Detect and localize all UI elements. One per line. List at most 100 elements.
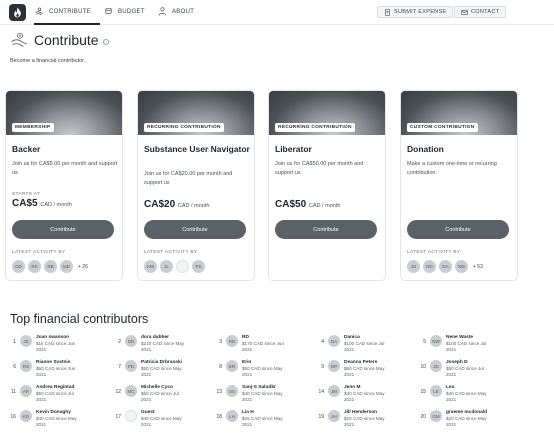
coins-icon bbox=[105, 7, 112, 15]
contributor-name: Lea bbox=[446, 385, 455, 390]
page-title: Contribute bbox=[34, 32, 99, 48]
tier-amount: CA$20 CAD / month bbox=[144, 199, 209, 210]
flame-icon bbox=[14, 7, 21, 18]
tier-amount-unit: CAD / month bbox=[308, 203, 341, 209]
contributor-item[interactable]: 15 LE Lea $40 CAD since May 2021 bbox=[418, 385, 518, 410]
contributor-amount: $50 CAD since Jul 2021 bbox=[446, 366, 484, 377]
contributor-item[interactable]: 2 DD dora dubber $210 CAD since May 2021 bbox=[113, 335, 213, 360]
tier-amount: CA$50 CAD / month bbox=[275, 199, 340, 210]
contributor-item[interactable]: 20 GM graeme mcdonald $20 CAD since May … bbox=[418, 410, 518, 435]
contributor-name: Michelle Cyco bbox=[141, 385, 173, 390]
contributor-name: Lia H bbox=[242, 410, 254, 415]
avatar[interactable]: DD bbox=[12, 260, 25, 273]
contribute-button[interactable]: Contribute bbox=[144, 220, 246, 239]
contributor-rank: 15 bbox=[420, 389, 426, 395]
tier-tag: RECURRING CONTRIBUTION bbox=[144, 123, 224, 132]
avatar[interactable]: RB bbox=[44, 260, 57, 273]
contributor-amount: $40 CAD since May 2021 bbox=[242, 391, 283, 402]
contribute-button[interactable]: Contribute bbox=[12, 220, 114, 239]
contributor-item[interactable]: 10 JD Joseph D $50 CAD since Jul 2021 bbox=[418, 360, 518, 385]
contributor-amount: $25 CAD since May 2021 bbox=[242, 416, 283, 427]
contributor-item[interactable]: 19 JH Jill Henderson $20 CAD since May 2… bbox=[316, 410, 416, 435]
activity-avatars: DD RS RB MD + 26 bbox=[12, 260, 88, 273]
contributor-item[interactable]: 9 DP Deanna Peters $50 CAD since May 202… bbox=[316, 360, 416, 385]
avatar[interactable]: RD bbox=[423, 260, 436, 273]
contributor-rank: 9 bbox=[321, 364, 324, 370]
contributor-amount: $50 CAD since May 2021 bbox=[141, 366, 182, 377]
avatar[interactable]: JS bbox=[407, 260, 420, 273]
contributor-item[interactable]: 6 RS Rianne Svstnis $60 CAD since Jun 20… bbox=[8, 360, 108, 385]
nav-about[interactable]: ABOUT bbox=[157, 6, 194, 17]
collective-logo[interactable] bbox=[9, 4, 26, 21]
tier-description: Make a custom one-time or recurring cont… bbox=[407, 161, 497, 176]
contributor-rank: 10 bbox=[420, 364, 426, 370]
contributor-item[interactable]: 17 Guest $40 CAD since May 2021 bbox=[113, 410, 213, 435]
latest-activity-label: LATEST ACTIVITY BY bbox=[12, 250, 66, 255]
contributor-rank: 19 bbox=[318, 414, 324, 420]
contributor-avatar: RD bbox=[226, 335, 238, 347]
contributor-name: Danica bbox=[344, 335, 360, 340]
contributor-avatar: LE bbox=[430, 385, 442, 397]
contributor-item[interactable]: 3 RD RD $170 CAD since Jun 2021 bbox=[214, 335, 314, 360]
contributor-amount: $50 CAD since Jul 2021 bbox=[141, 391, 179, 402]
top-contributors-title: Top financial contributors bbox=[10, 312, 149, 326]
tier-name: Liberator bbox=[275, 144, 312, 154]
avatar[interactable]: KM bbox=[144, 260, 157, 273]
contributor-item[interactable]: 14 JM Jenn M $40 CAD since May 2021 bbox=[316, 385, 416, 410]
contributor-item[interactable]: 11 AR Andrea Regintad $50 CAD since Jul … bbox=[8, 385, 108, 410]
contributor-avatar: SS bbox=[226, 385, 238, 397]
contributor-item[interactable]: 16 KD Kevin Donaghy $40 CAD since May 20… bbox=[8, 410, 108, 435]
contributor-name: RD bbox=[242, 335, 249, 340]
contributor-avatar: DD bbox=[125, 335, 137, 347]
receipt-icon bbox=[385, 8, 390, 16]
contributor-name: Jenn M bbox=[344, 385, 361, 390]
contributor-item[interactable]: 1 JS Joan swanson $1k CAD since Jun 2021 bbox=[8, 335, 108, 360]
contributor-rank: 13 bbox=[216, 389, 222, 395]
contributor-amount: $20 CAD since May 2021 bbox=[446, 416, 487, 427]
avatar[interactable] bbox=[176, 260, 189, 273]
contributor-item[interactable]: 8 ER Erin $50 CAD since May 2021 bbox=[214, 360, 314, 385]
nav-contribute[interactable]: CONTRIBUTE bbox=[34, 6, 91, 17]
contributor-avatar: JH bbox=[328, 410, 340, 422]
contributor-item[interactable]: 18 LH Lia H $25 CAD since May 2021 bbox=[214, 410, 314, 435]
avatar[interactable]: RS bbox=[28, 260, 41, 273]
avatar[interactable]: MD bbox=[60, 260, 73, 273]
contributor-amount: $60 CAD since Jun 2021 bbox=[36, 366, 76, 377]
contributor-rank: 14 bbox=[318, 389, 324, 395]
tier-description: Join us for CA$20.00 per month and suppo… bbox=[144, 171, 233, 186]
contributor-avatar: ER bbox=[226, 360, 238, 372]
submit-expense-button[interactable]: SUBMIT EXPENSE bbox=[377, 6, 454, 18]
avatar[interactable]: JL bbox=[160, 260, 173, 273]
guest-avatar bbox=[125, 410, 137, 422]
avatar[interactable]: NW bbox=[455, 260, 468, 273]
contributor-name: Rianne Svstnis bbox=[36, 360, 71, 365]
tier-banner: RECURRING CONTRIBUTION bbox=[138, 91, 254, 135]
contributor-amount: $40 CAD since May 2021 bbox=[141, 416, 182, 427]
contributor-amount: $50 CAD since Jul 2021 bbox=[36, 391, 74, 402]
avatar[interactable]: DA bbox=[439, 260, 452, 273]
more-contributors-count[interactable]: + 53 bbox=[473, 264, 483, 270]
contributor-item[interactable]: 5 NW Nene Waste $100 CAD since Jul 2021 bbox=[418, 335, 518, 360]
tier-amount: CA$5 CAD / month bbox=[12, 198, 72, 209]
contributor-avatar: MC bbox=[125, 385, 137, 397]
contributor-rank: 6 bbox=[13, 364, 16, 370]
contributor-item[interactable]: 13 SS Sanj-S Saludkr $40 CAD since May 2… bbox=[214, 385, 314, 410]
contribute-button[interactable]: Contribute bbox=[407, 220, 509, 239]
contributor-avatar: DP bbox=[328, 360, 340, 372]
latest-activity-label: LATEST ACTIVITY BY bbox=[144, 250, 198, 255]
contributor-rank: 12 bbox=[115, 389, 121, 395]
contact-button[interactable]: CONTACT bbox=[454, 6, 507, 18]
tier-amount-unit: CAD / month bbox=[40, 202, 72, 208]
nav-budget[interactable]: BUDGET bbox=[103, 6, 145, 17]
contributor-item[interactable]: 7 PD Patricia Drbranski $50 CAD since Ma… bbox=[113, 360, 213, 385]
contributor-rank: 11 bbox=[10, 389, 16, 395]
contributor-name: Jill Henderson bbox=[344, 410, 378, 415]
more-contributors-count[interactable]: + 26 bbox=[78, 264, 88, 270]
contributor-item[interactable]: 12 MC Michelle Cyco $50 CAD since Jul 20… bbox=[113, 385, 213, 410]
contribute-button[interactable]: Contribute bbox=[275, 220, 377, 239]
contributor-rank: 4 bbox=[321, 339, 324, 345]
avatar[interactable]: PS bbox=[192, 260, 205, 273]
contributor-name: Deanna Peters bbox=[344, 360, 378, 365]
contributor-item[interactable]: 4 DA Danica $100 CAD since Jul 2021 bbox=[316, 335, 416, 360]
tier-amount-value: CA$5 bbox=[12, 198, 38, 209]
